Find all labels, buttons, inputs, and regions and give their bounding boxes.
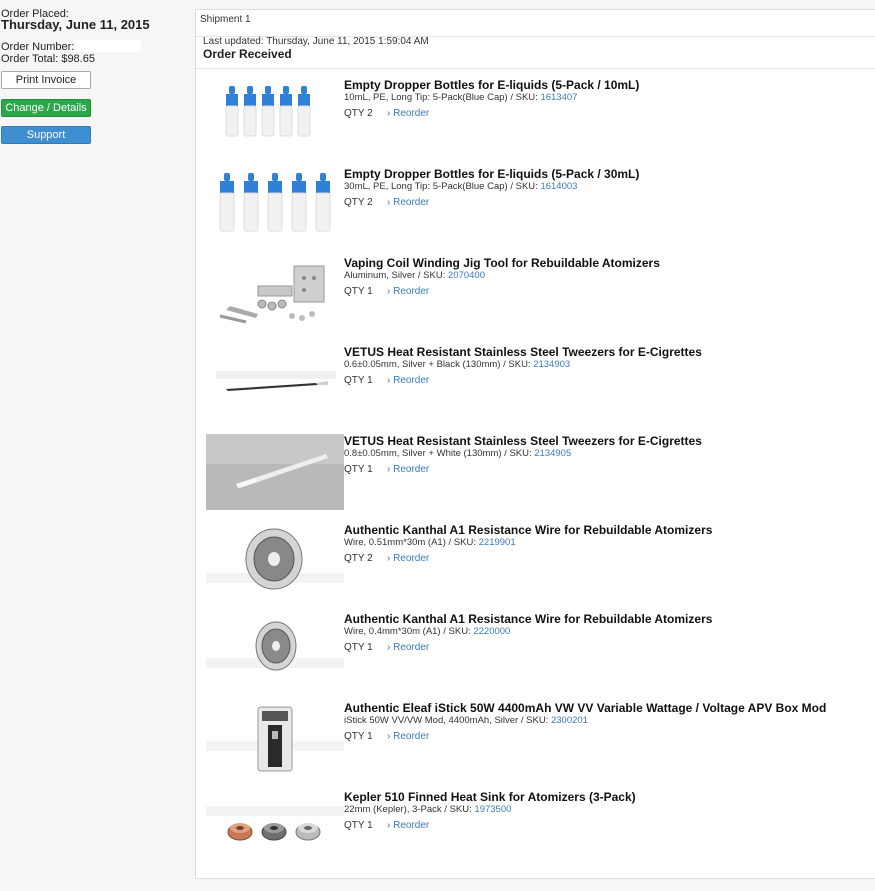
reorder-link[interactable]: › Reorder [387,642,429,653]
item-title[interactable]: Empty Dropper Bottles for E-liquids (5-P… [344,167,639,181]
order-item: Authentic Eleaf iStick 50W 4400mAh VW VV… [206,701,866,790]
item-title[interactable]: VETUS Heat Resistant Stainless Steel Twe… [344,345,702,359]
item-attributes: Aluminum, Silver / SKU: [344,270,448,281]
last-updated: Last updated: Thursday, June 11, 2015 1:… [203,36,429,47]
item-description: 0.8±0.05mm, Silver + White (130mm) / SKU… [344,448,571,459]
item-qty: QTY 1 [344,464,373,475]
support-button[interactable]: Support [1,126,91,144]
item-qty: QTY 1 [344,286,373,297]
order-number-value [75,40,141,52]
order-item: Empty Dropper Bottles for E-liquids (5-P… [206,167,866,256]
coil-jig-icon[interactable] [206,256,344,332]
item-sku-link[interactable]: 1614003 [540,181,577,192]
dropper-bottles-icon[interactable] [206,167,344,243]
item-description: iStick 50W VV/VW Mod, 4400mAh, Silver / … [344,715,588,726]
item-attributes: 10mL, PE, Long Tip: 5-Pack(Blue Cap) / S… [344,92,541,103]
item-description: Wire, 0.4mm*30m (A1) / SKU: 2220000 [344,626,510,637]
item-title[interactable]: Vaping Coil Winding Jig Tool for Rebuild… [344,256,660,270]
item-attributes: 22mm (Kepler), 3-Pack / SKU: [344,804,475,815]
item-sku-link[interactable]: 2220000 [473,626,510,637]
item-qty: QTY 2 [344,108,373,119]
item-title[interactable]: Authentic Eleaf iStick 50W 4400mAh VW VV… [344,701,826,715]
item-attributes: Wire, 0.51mm*30m (A1) / SKU: [344,537,479,548]
order-item: Vaping Coil Winding Jig Tool for Rebuild… [206,256,866,345]
dropper-bottles-icon[interactable] [206,78,344,154]
item-attributes: 30mL, PE, Long Tip: 5-Pack(Blue Cap) / S… [344,181,541,192]
divider [196,68,875,69]
item-title[interactable]: Kepler 510 Finned Heat Sink for Atomizer… [344,790,636,804]
tweezers-icon[interactable] [206,345,344,421]
item-sku-link[interactable]: 1973500 [474,804,511,815]
order-item: VETUS Heat Resistant Stainless Steel Twe… [206,434,866,523]
box-mod-icon[interactable] [206,701,344,777]
order-item: Authentic Kanthal A1 Resistance Wire for… [206,523,866,612]
item-title[interactable]: VETUS Heat Resistant Stainless Steel Twe… [344,434,702,448]
wire-spool-icon[interactable] [206,612,344,688]
tweezers-photo-icon[interactable] [206,434,344,510]
item-qty: QTY 2 [344,197,373,208]
change-details-button[interactable]: Change / Details [1,99,91,117]
item-sku-link[interactable]: 2134903 [533,359,570,370]
order-status: Order Received [203,47,292,61]
item-description: 30mL, PE, Long Tip: 5-Pack(Blue Cap) / S… [344,181,577,192]
item-sku-link[interactable]: 2300201 [551,715,588,726]
item-qty: QTY 1 [344,820,373,831]
order-item: VETUS Heat Resistant Stainless Steel Twe… [206,345,866,434]
item-title[interactable]: Authentic Kanthal A1 Resistance Wire for… [344,612,712,626]
item-sku-link[interactable]: 1613407 [540,92,577,103]
item-title[interactable]: Authentic Kanthal A1 Resistance Wire for… [344,523,712,537]
item-sku-link[interactable]: 2219901 [479,537,516,548]
item-sku-link[interactable]: 2070400 [448,270,485,281]
order-total: Order Total: $98.65 [1,53,95,65]
item-description: Aluminum, Silver / SKU: 2070400 [344,270,485,281]
print-invoice-button[interactable]: Print Invoice [1,71,91,89]
item-qty: QTY 1 [344,642,373,653]
reorder-link[interactable]: › Reorder [387,731,429,742]
reorder-link[interactable]: › Reorder [387,197,429,208]
item-sku-link[interactable]: 2134905 [534,448,571,459]
reorder-link[interactable]: › Reorder [387,286,429,297]
item-description: 0.6±0.05mm, Silver + Black (130mm) / SKU… [344,359,570,370]
item-attributes: iStick 50W VV/VW Mod, 4400mAh, Silver / … [344,715,551,726]
shipment-title: Shipment 1 [200,14,251,25]
item-qty: QTY 1 [344,375,373,386]
item-attributes: 0.6±0.05mm, Silver + Black (130mm) / SKU… [344,359,534,370]
heat-sink-icon[interactable] [206,790,344,866]
item-description: Wire, 0.51mm*30m (A1) / SKU: 2219901 [344,537,516,548]
item-attributes: 0.8±0.05mm, Silver + White (130mm) / SKU… [344,448,535,459]
item-description: 10mL, PE, Long Tip: 5-Pack(Blue Cap) / S… [344,92,577,103]
item-description: 22mm (Kepler), 3-Pack / SKU: 1973500 [344,804,511,815]
wire-spool-icon[interactable] [206,523,344,599]
order-number-label: Order Number: [1,41,75,53]
item-qty: QTY 1 [344,731,373,742]
reorder-link[interactable]: › Reorder [387,108,429,119]
order-placed-date: Thursday, June 11, 2015 [1,17,150,32]
order-item: Empty Dropper Bottles for E-liquids (5-P… [206,78,866,167]
item-qty: QTY 2 [344,553,373,564]
order-item: Authentic Kanthal A1 Resistance Wire for… [206,612,866,701]
reorder-link[interactable]: › Reorder [387,553,429,564]
shipment-panel: Shipment 1 Last updated: Thursday, June … [195,9,875,879]
order-item: Kepler 510 Finned Heat Sink for Atomizer… [206,790,866,879]
item-attributes: Wire, 0.4mm*30m (A1) / SKU: [344,626,474,637]
reorder-link[interactable]: › Reorder [387,464,429,475]
reorder-link[interactable]: › Reorder [387,820,429,831]
reorder-link[interactable]: › Reorder [387,375,429,386]
item-title[interactable]: Empty Dropper Bottles for E-liquids (5-P… [344,78,639,92]
